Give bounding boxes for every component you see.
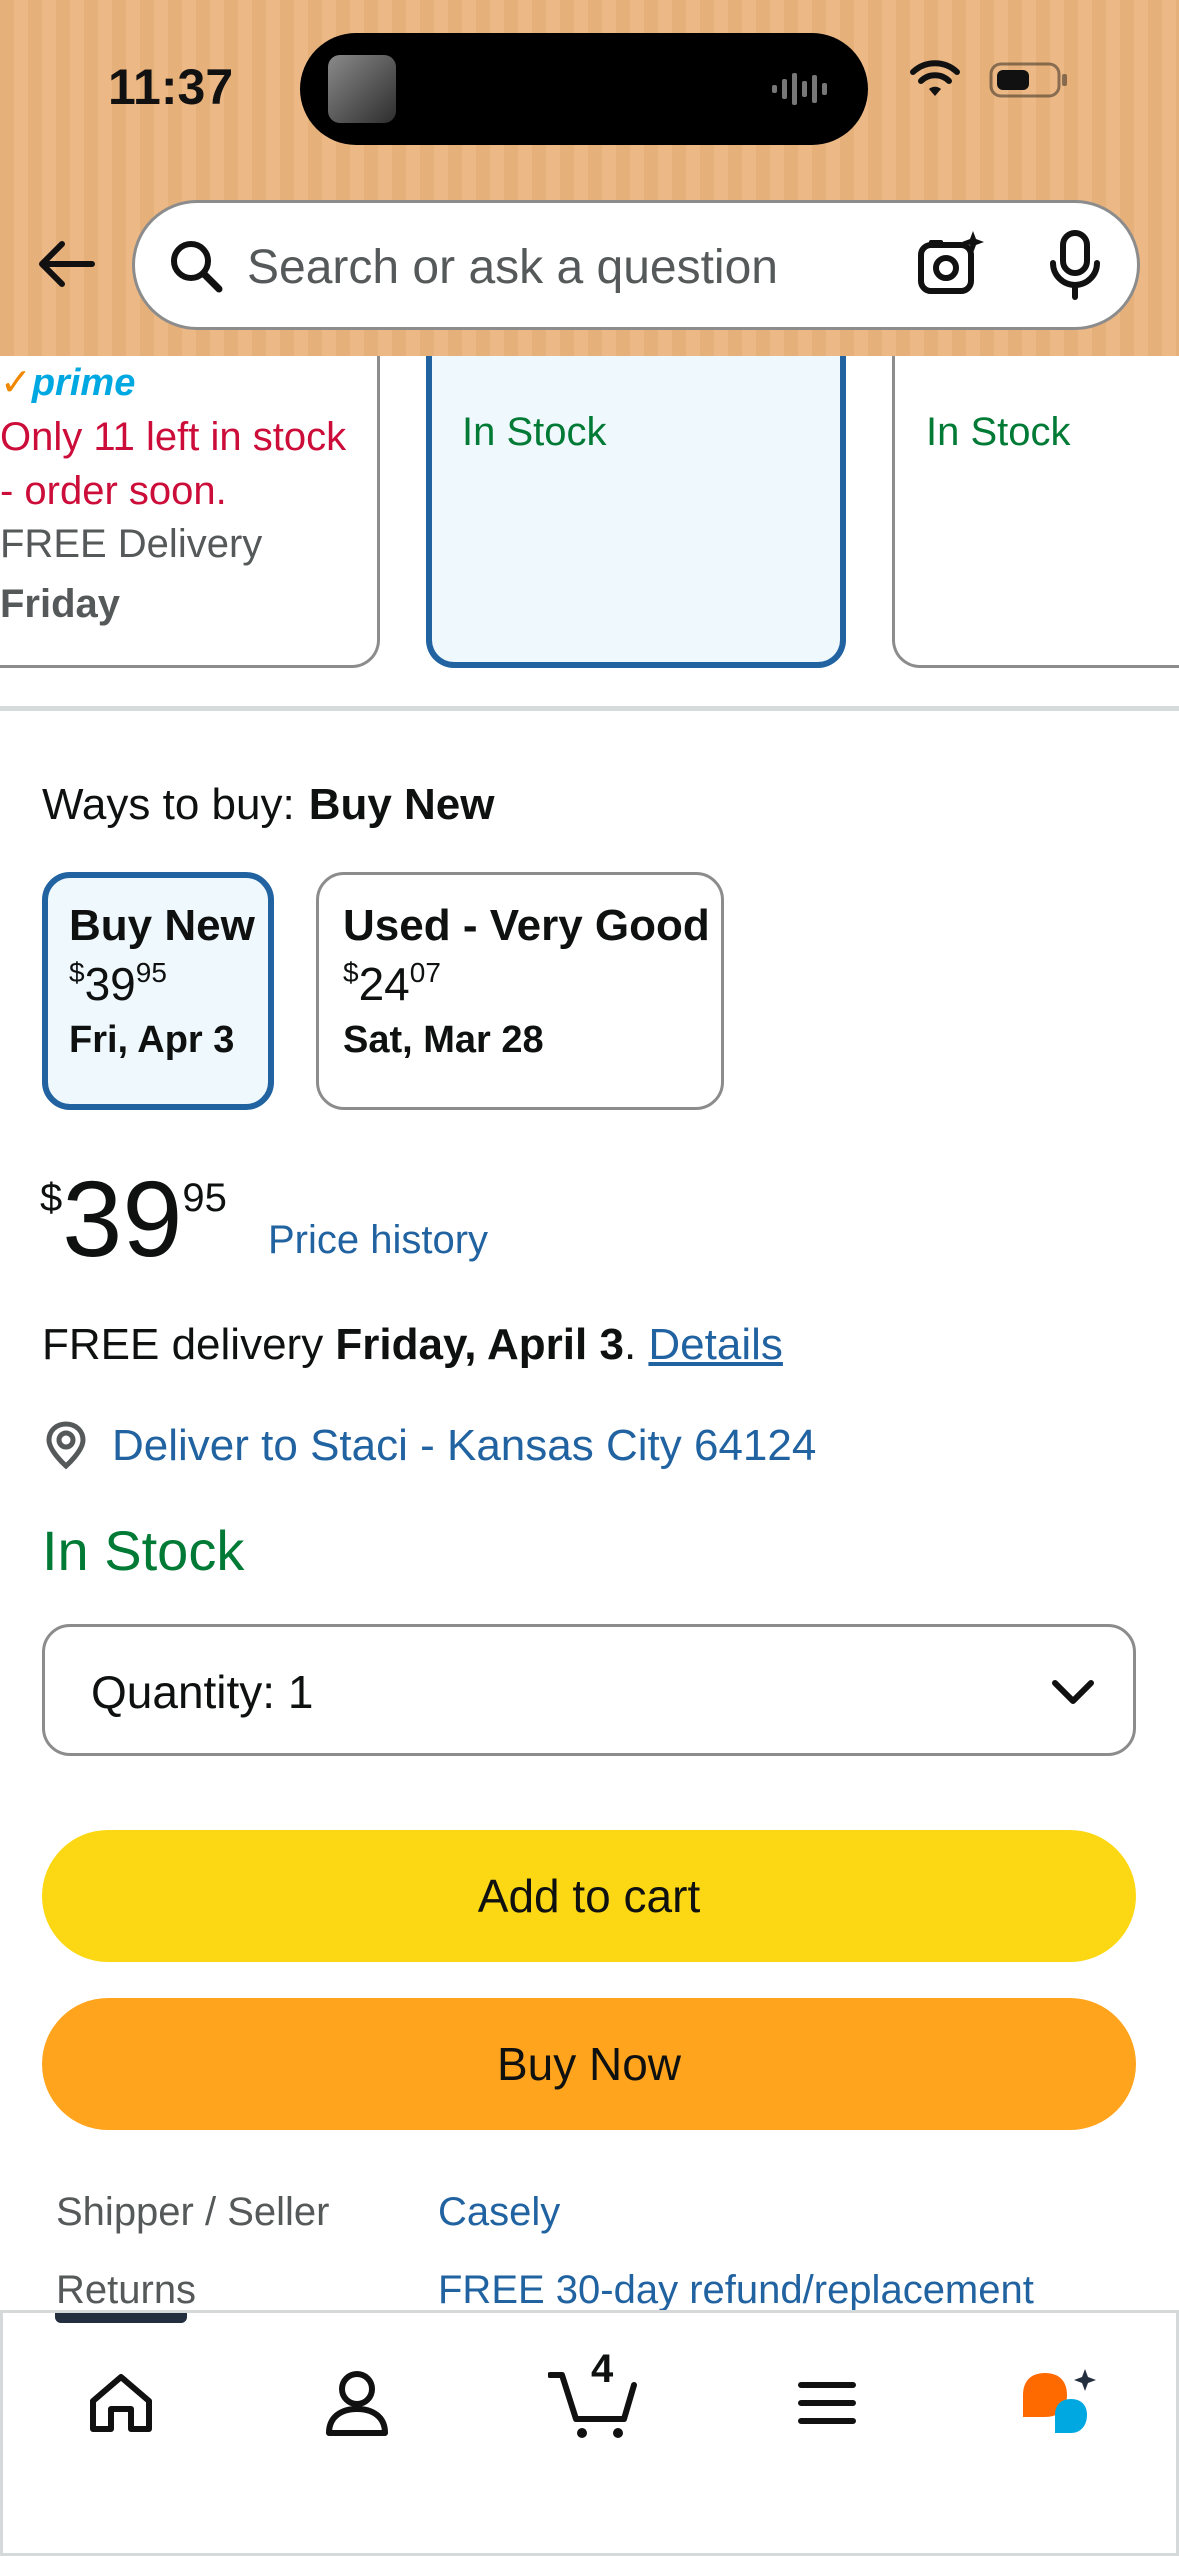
tab-rufus[interactable] <box>1011 2353 1111 2453</box>
section-divider <box>0 706 1179 711</box>
deliver-to-text: Deliver to Staci - Kansas City 64124 <box>112 1421 817 1470</box>
tab-account[interactable] <box>307 2353 407 2453</box>
used-very-good-option[interactable]: Used - Very Good $2407 Sat, Mar 28 <box>316 872 724 1110</box>
buy-new-option[interactable]: Buy New $3995 Fri, Apr 3 <box>42 872 274 1110</box>
chevron-down-icon <box>1052 1680 1094 1704</box>
camera-search-icon[interactable] <box>915 229 987 301</box>
delivery-info: FREE delivery Friday, April 3. Details <box>42 1320 783 1370</box>
returns-label: Returns <box>56 2268 197 2312</box>
home-icon <box>90 2374 152 2432</box>
option-title: Used - Very Good <box>343 901 710 950</box>
price-history-link[interactable]: Price history <box>268 1218 488 1263</box>
offer-card-3[interactable] <box>892 356 1179 668</box>
now-playing-artwork <box>328 55 396 123</box>
tab-menu[interactable] <box>777 2353 877 2453</box>
rufus-assistant-icon <box>1023 2369 1096 2433</box>
offer-card-3-stock: In Stock <box>926 410 1071 454</box>
offer-card-2-stock: In Stock <box>462 410 607 454</box>
prime-badge: ✓prime <box>0 362 136 404</box>
details-link[interactable]: Details <box>648 1320 783 1369</box>
low-stock-message: Only 11 left in stock - order soon. <box>0 415 347 513</box>
option-price: $3995 <box>69 957 167 1010</box>
product-price: $ 39 95 <box>40 1160 227 1278</box>
status-time: 11:37 <box>108 59 234 115</box>
tab-cart[interactable]: 4 <box>543 2347 643 2453</box>
option-date: Fri, Apr 3 <box>69 1019 235 1061</box>
menu-icon <box>798 2382 856 2424</box>
price-currency: $ <box>40 1176 63 1220</box>
add-to-cart-button[interactable]: Add to cart <box>42 1830 1136 1962</box>
ways-to-buy: Ways to buy: Buy New <box>42 780 495 830</box>
stock-status: In Stock <box>42 1519 245 1582</box>
audio-wave-icon <box>772 73 827 105</box>
delivery-suffix: . <box>623 1320 637 1369</box>
quantity-value: 1 <box>287 1666 314 1718</box>
deliver-to-link[interactable]: Deliver to Staci - Kansas City 64124 <box>42 1420 816 1472</box>
tab-indicator <box>55 2313 187 2323</box>
search-input[interactable] <box>247 231 887 303</box>
price-whole: 39 <box>62 1158 183 1279</box>
option-price: $2407 <box>343 957 441 1010</box>
buy-now-button[interactable]: Buy Now <box>42 1998 1136 2130</box>
shipper-seller-label: Shipper / Seller <box>56 2190 330 2234</box>
app-header: 11:37 <box>0 0 1179 356</box>
microphone-icon[interactable] <box>1043 229 1107 301</box>
quantity-label: Quantity: 1 <box>91 1666 314 1718</box>
account-icon <box>326 2371 388 2436</box>
seller-link[interactable]: Casely <box>438 2190 560 2235</box>
bottom-tab-bar: 4 <box>0 2310 1179 2556</box>
offer-card-2[interactable] <box>426 356 846 668</box>
dynamic-island[interactable] <box>300 33 868 145</box>
free-delivery-label: FREE Delivery <box>0 522 263 566</box>
delivery-prefix: FREE delivery <box>42 1320 324 1369</box>
tab-home[interactable] <box>71 2353 171 2453</box>
returns-link[interactable]: FREE 30-day refund/replacement <box>438 2268 1034 2313</box>
cart-count-badge: 4 <box>591 2347 614 2391</box>
prime-check-icon: ✓ <box>0 362 32 404</box>
wifi-icon <box>910 60 960 96</box>
search-bar[interactable] <box>132 200 1140 330</box>
option-date: Sat, Mar 28 <box>343 1019 544 1061</box>
price-fraction: 95 <box>182 1176 227 1220</box>
location-pin-icon <box>46 1421 86 1470</box>
back-arrow-icon[interactable] <box>34 232 98 296</box>
ways-to-buy-label: Ways to buy: <box>42 780 295 829</box>
quantity-select[interactable]: Quantity: 1 <box>42 1624 1136 1756</box>
status-icons <box>909 60 1069 100</box>
delivery-day: Friday <box>0 582 121 626</box>
battery-icon <box>989 62 1067 98</box>
option-title: Buy New <box>69 901 255 950</box>
search-icon <box>171 241 223 293</box>
ways-to-buy-selected: Buy New <box>308 780 495 829</box>
delivery-date: Friday, April 3 <box>335 1320 624 1369</box>
